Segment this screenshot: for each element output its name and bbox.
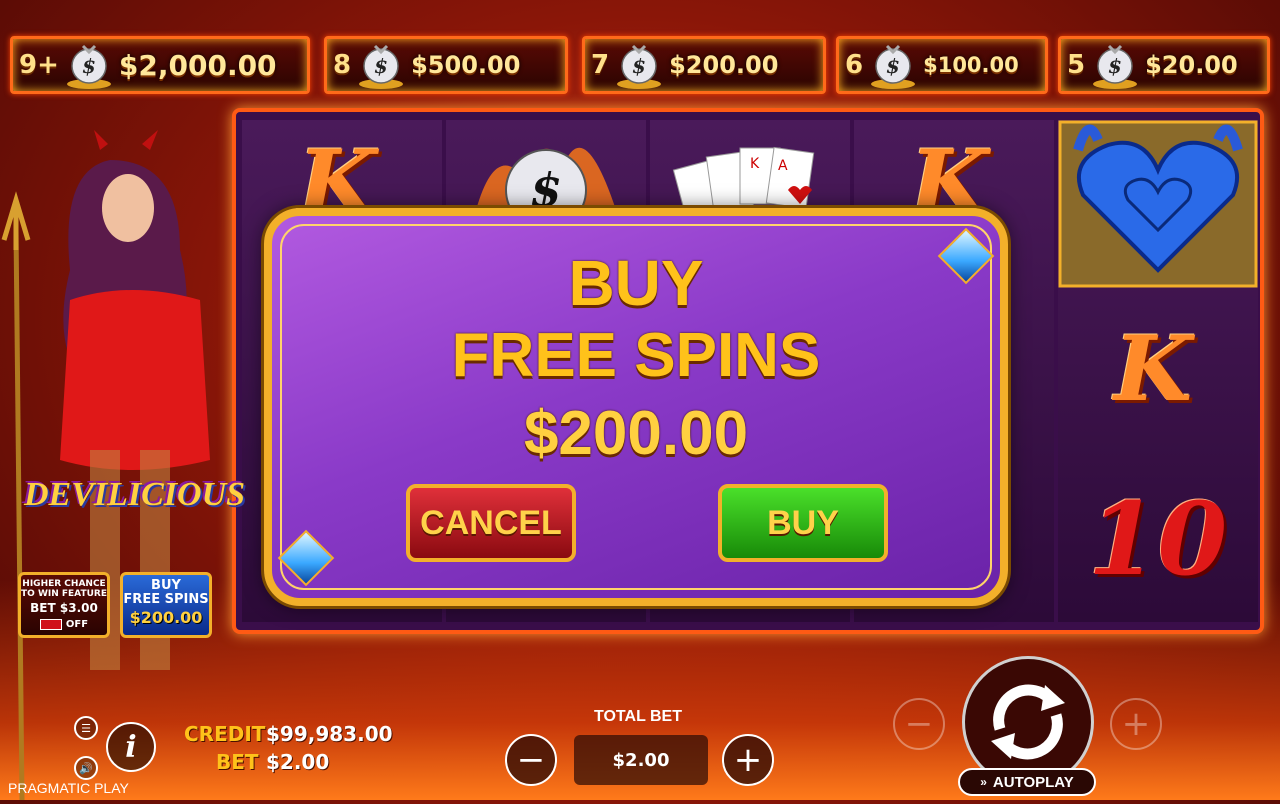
symbol-10: 10 bbox=[1088, 480, 1228, 598]
jackpot-5: 5 $ $20.00 bbox=[1058, 36, 1270, 94]
svg-text:$: $ bbox=[374, 54, 388, 78]
svg-text:A: A bbox=[778, 158, 788, 174]
game-logo: DEVILICIOUS bbox=[24, 476, 246, 513]
money-bag-icon: $ bbox=[353, 40, 409, 90]
dialog-title: BUY bbox=[568, 247, 704, 319]
buy-label: BUY FREE SPINS bbox=[123, 579, 209, 607]
jackpot-7: 7 $ $200.00 bbox=[582, 36, 826, 94]
jackpot-amount: $20.00 bbox=[1145, 51, 1238, 79]
cancel-button[interactable]: CANCEL bbox=[406, 484, 576, 562]
devil-character bbox=[0, 130, 230, 801]
jackpot-count: 5 bbox=[1067, 50, 1086, 80]
bet-label: BET bbox=[216, 750, 259, 774]
jackpot-count: 7 bbox=[591, 50, 610, 80]
jackpot-amount: $500.00 bbox=[411, 51, 521, 79]
feature-line2: TO WIN FEATURE bbox=[21, 589, 107, 599]
spin-arrows-icon bbox=[991, 684, 1065, 760]
total-bet-label: TOTAL BET bbox=[594, 708, 682, 725]
feature-line1: HIGHER CHANCE bbox=[22, 579, 106, 589]
svg-text:$: $ bbox=[886, 54, 900, 78]
dialog-subtitle: FREE SPINS bbox=[451, 321, 821, 390]
money-bag-icon: $ bbox=[1087, 40, 1143, 90]
bet-increase-button[interactable]: + bbox=[722, 734, 774, 786]
feature-bet: BET $3.00 bbox=[30, 601, 98, 615]
jackpot-count: 6 bbox=[845, 50, 864, 80]
bet-value: $2.00 bbox=[266, 750, 330, 774]
autoplay-button[interactable]: » AUTOPLAY bbox=[958, 768, 1096, 796]
feature-state: OFF bbox=[65, 619, 89, 630]
info-button[interactable]: i bbox=[106, 722, 156, 772]
jackpot-amount: $200.00 bbox=[669, 51, 779, 79]
dialog-price: $200.00 bbox=[523, 399, 749, 468]
toggle-switch-icon bbox=[39, 619, 62, 630]
svg-text:K: K bbox=[750, 156, 760, 172]
buy-free-spins-dialog: BUY FREE SPINS $200.00 CANCEL BUY bbox=[264, 208, 1008, 606]
jackpot-amount: $2,000.00 bbox=[118, 48, 277, 82]
brand-label: PRAGMATIC PLAY bbox=[8, 780, 129, 796]
devil-heart-symbol-icon bbox=[1058, 120, 1258, 288]
money-bag-icon: $ bbox=[865, 40, 921, 90]
credit-label: CREDIT bbox=[184, 722, 266, 746]
svg-text:$: $ bbox=[632, 54, 646, 78]
svg-text:$: $ bbox=[1108, 54, 1122, 78]
svg-text:$: $ bbox=[82, 54, 96, 78]
credit-value: $99,983.00 bbox=[266, 722, 393, 746]
spin-bet-decrease-button[interactable]: − bbox=[893, 698, 945, 750]
autoplay-label: AUTOPLAY bbox=[992, 773, 1074, 791]
buy-line1: BUY bbox=[151, 578, 181, 593]
playing-cards-icon: K A bbox=[672, 146, 815, 214]
money-bag-symbol-icon: $ bbox=[476, 147, 616, 220]
jackpot-count: 9+ bbox=[19, 50, 59, 80]
sound-icon[interactable]: 🔊 bbox=[74, 756, 98, 780]
jackpot-8: 8 $ $500.00 bbox=[324, 36, 568, 94]
reel-5: K 10 bbox=[1058, 120, 1258, 622]
feature-label: HIGHER CHANCE TO WIN FEATURE bbox=[21, 579, 107, 599]
jackpot-6: 6 $ $100.00 bbox=[836, 36, 1048, 94]
feature-toggle[interactable]: OFF bbox=[39, 619, 89, 630]
jackpot-9plus: 9+ $ $2,000.00 bbox=[10, 36, 310, 94]
symbol-k: K bbox=[1114, 316, 1193, 422]
bet-decrease-button[interactable]: − bbox=[505, 734, 557, 786]
menu-icon[interactable]: ☰ bbox=[74, 716, 98, 740]
money-bag-icon: $ bbox=[61, 40, 117, 90]
buy-price: $200.00 bbox=[129, 608, 203, 627]
higher-chance-feature-button[interactable]: HIGHER CHANCE TO WIN FEATURE BET $3.00 O… bbox=[18, 572, 110, 638]
buy-line2: FREE SPINS bbox=[123, 592, 209, 607]
buy-free-spins-side-button[interactable]: BUY FREE SPINS $200.00 bbox=[120, 572, 212, 638]
money-bag-icon: $ bbox=[611, 40, 667, 90]
total-bet-value: $2.00 bbox=[574, 735, 708, 785]
jackpot-bar: 9+ $ $2,000.00 8 $ $500.00 7 $ $200.00 6… bbox=[10, 36, 1272, 98]
jackpot-amount: $100.00 bbox=[923, 53, 1019, 77]
buy-button[interactable]: BUY bbox=[718, 484, 888, 562]
spin-bet-increase-button[interactable]: + bbox=[1110, 698, 1162, 750]
fast-forward-icon: » bbox=[980, 775, 987, 789]
jackpot-count: 8 bbox=[333, 50, 352, 80]
